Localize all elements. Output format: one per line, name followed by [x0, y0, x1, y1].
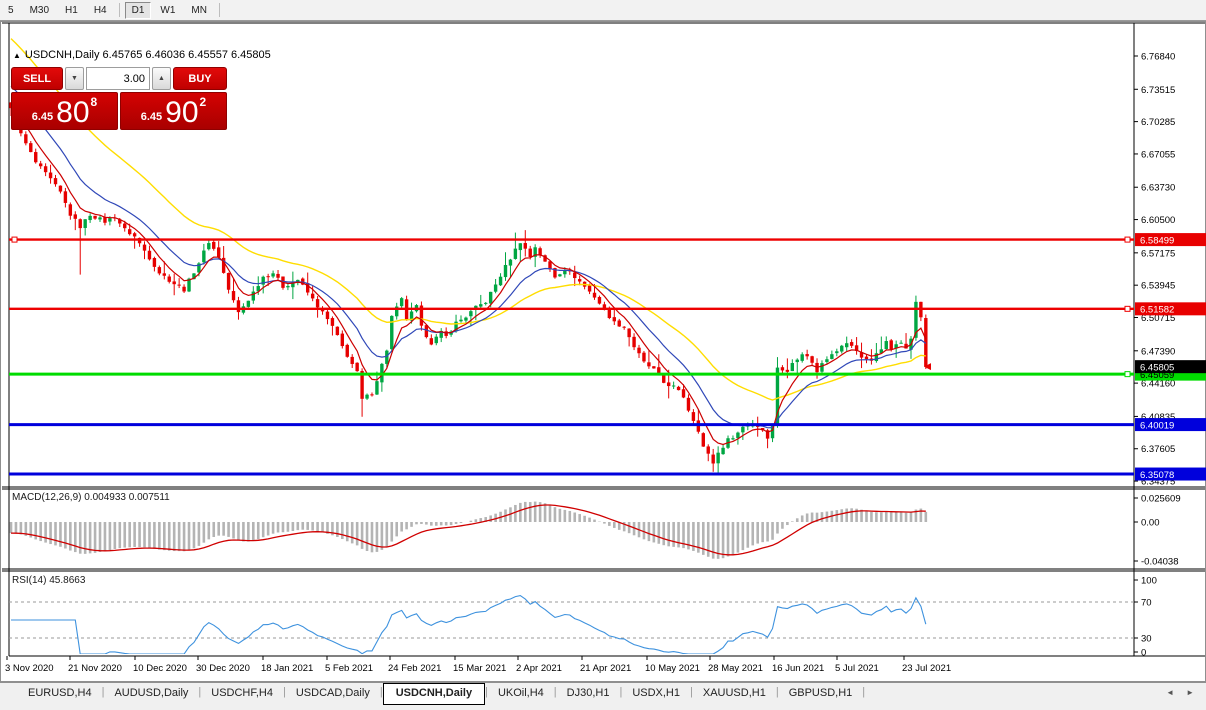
- hline-handle[interactable]: [1125, 306, 1130, 311]
- buy-price-panel[interactable]: 6.45 90 2: [120, 92, 227, 130]
- price-tick: 6.53945: [1141, 281, 1175, 292]
- volume-increase-button[interactable]: ▲: [152, 67, 171, 90]
- macd-tick: 0.025609: [1141, 494, 1181, 505]
- hline-handle[interactable]: [1125, 237, 1130, 242]
- price-tick: 6.57175: [1141, 248, 1175, 259]
- date-label: 30 Dec 2020: [196, 663, 250, 674]
- sell-price-panel[interactable]: 6.45 80 8: [11, 92, 118, 130]
- date-label: 24 Feb 2021: [388, 663, 441, 674]
- volume-decrease-button[interactable]: ▼: [65, 67, 84, 90]
- date-label: 28 May 2021: [708, 663, 763, 674]
- macd-title: MACD(12,26,9): [12, 492, 81, 503]
- price-tick: 6.63730: [1141, 183, 1175, 194]
- buy-price-sup: 2: [200, 95, 207, 109]
- price-tick: 6.70285: [1141, 117, 1175, 128]
- timeframe-toolbar: 5M30H1H4 D1W1MN: [0, 0, 1206, 21]
- rsi-line: [11, 596, 926, 654]
- macd-histogram: [11, 502, 926, 559]
- buy-price-prefix: 6.45: [141, 111, 162, 123]
- price-tick: 6.47390: [1141, 346, 1175, 357]
- price-badge-6.51582-text: 6.51582: [1140, 305, 1174, 316]
- date-label: 10 Dec 2020: [133, 663, 187, 674]
- date-label: 16 Jun 2021: [772, 663, 824, 674]
- collapse-icon[interactable]: ▲: [13, 51, 21, 60]
- rsi-value: 45.8663: [49, 575, 85, 586]
- rsi-title: RSI(14): [12, 575, 46, 586]
- chart-tab-xauusd-h1[interactable]: XAUUSD,H1: [693, 684, 776, 703]
- date-label: 15 Mar 2021: [453, 663, 506, 674]
- price-tick: 6.60500: [1141, 215, 1175, 226]
- hline-handle[interactable]: [12, 237, 17, 242]
- date-label: 18 Jan 2021: [261, 663, 313, 674]
- chart-tab-eurusd-h4[interactable]: EURUSD,H4: [18, 684, 102, 703]
- price-tick: 6.67055: [1141, 149, 1175, 160]
- chart-tab-audusd-daily[interactable]: AUDUSD,Daily: [104, 684, 198, 703]
- sell-price-sup: 8: [91, 95, 98, 109]
- price-tick: 6.73515: [1141, 85, 1175, 96]
- date-label: 10 May 2021: [645, 663, 700, 674]
- toolbar-separator: [119, 3, 120, 17]
- sell-price-prefix: 6.45: [32, 111, 53, 123]
- candles: [9, 102, 927, 473]
- rsi-tick: 100: [1141, 576, 1157, 587]
- chart-tab-usdx-h1[interactable]: USDX,H1: [622, 684, 690, 703]
- chevron-down-icon: ▼: [71, 75, 78, 82]
- timeframe-mn[interactable]: MN: [184, 2, 214, 19]
- rsi-label: RSI(14) 45.8663: [12, 575, 85, 586]
- tab-scroll-left-icon[interactable]: ◄: [1166, 688, 1174, 697]
- buy-button[interactable]: BUY: [173, 67, 227, 90]
- chart-tab-usdcad-daily[interactable]: USDCAD,Daily: [286, 684, 380, 703]
- timeframe-m30[interactable]: M30: [23, 2, 56, 19]
- chart-tabs-bar: EURUSD,H4|AUDUSD,Daily|USDCHF,H4|USDCAD,…: [0, 682, 1206, 710]
- date-label: 5 Jul 2021: [835, 663, 879, 674]
- one-click-trading-panel: SELL ▼ ▲ BUY 6.45 80 8 6.45 90: [11, 67, 227, 130]
- timeframe-5[interactable]: 5: [1, 2, 21, 19]
- timeframe-h4[interactable]: H4: [87, 2, 114, 19]
- price-badge-6.40019-text: 6.40019: [1140, 420, 1174, 431]
- date-label: 2 Apr 2021: [516, 663, 562, 674]
- chart-tab-ukoil-h4[interactable]: UKOil,H4: [488, 684, 554, 703]
- timeframe-d1[interactable]: D1: [125, 2, 152, 19]
- date-label: 21 Nov 2020: [68, 663, 122, 674]
- chart-tab-gbpusd-h1[interactable]: GBPUSD,H1: [779, 684, 863, 703]
- timeframe-h1[interactable]: H1: [58, 2, 85, 19]
- timeframe-w1[interactable]: W1: [153, 2, 182, 19]
- price-badge-6.58499-text: 6.58499: [1140, 235, 1174, 246]
- current-price-badge-text: 6.45805: [1140, 362, 1174, 373]
- buy-price-big: 90: [165, 98, 198, 128]
- tab-separator: |: [862, 686, 865, 698]
- tab-scroll-arrows: ◄►: [1166, 688, 1194, 697]
- chart-tab-usdcnh-daily[interactable]: USDCNH,Daily: [383, 683, 485, 705]
- price-badge-6.35078-text: 6.35078: [1140, 470, 1174, 481]
- macd-values: 0.004933 0.007511: [84, 492, 169, 503]
- rsi-tick: 0: [1141, 648, 1146, 659]
- date-label: 23 Jul 2021: [902, 663, 951, 674]
- rsi-tick: 30: [1141, 634, 1152, 645]
- hline-handle[interactable]: [1125, 372, 1130, 377]
- rsi-tick: 70: [1141, 598, 1152, 609]
- macd-label: MACD(12,26,9) 0.004933 0.007511: [12, 492, 170, 503]
- price-tick: 6.37605: [1141, 444, 1175, 455]
- date-label: 5 Feb 2021: [325, 663, 373, 674]
- sell-button[interactable]: SELL: [11, 67, 63, 90]
- sell-price-big: 80: [56, 98, 89, 128]
- tab-scroll-right-icon[interactable]: ►: [1186, 688, 1194, 697]
- chart-symbol: USDCNH,Daily: [25, 49, 100, 61]
- chevron-up-icon: ▲: [158, 75, 165, 82]
- chart-tab-dj30-h1[interactable]: DJ30,H1: [557, 684, 620, 703]
- chart-window: 6.76840 6.73515 6.70285 6.67055 6.63730 6.605…: [0, 21, 1206, 682]
- chart-ohlc: 6.45765 6.46036 6.45557 6.45805: [103, 49, 271, 61]
- date-label: 21 Apr 2021: [580, 663, 631, 674]
- macd-tick: 0.00: [1141, 518, 1160, 529]
- volume-input[interactable]: [86, 67, 150, 90]
- terminal-window: 5M30H1H4 D1W1MN 6.76840 6.73515 6.70285 6.67…: [0, 0, 1206, 710]
- price-tick: 6.76840: [1141, 52, 1175, 63]
- chart-header: ▲ USDCNH,Daily 6.45765 6.46036 6.45557 6.…: [13, 49, 271, 61]
- chart-tab-usdchf-h4[interactable]: USDCHF,H4: [201, 684, 283, 703]
- toolbar-separator: [219, 3, 220, 17]
- date-label: 3 Nov 2020: [5, 663, 54, 674]
- macd-tick: -0.04038: [1141, 557, 1179, 568]
